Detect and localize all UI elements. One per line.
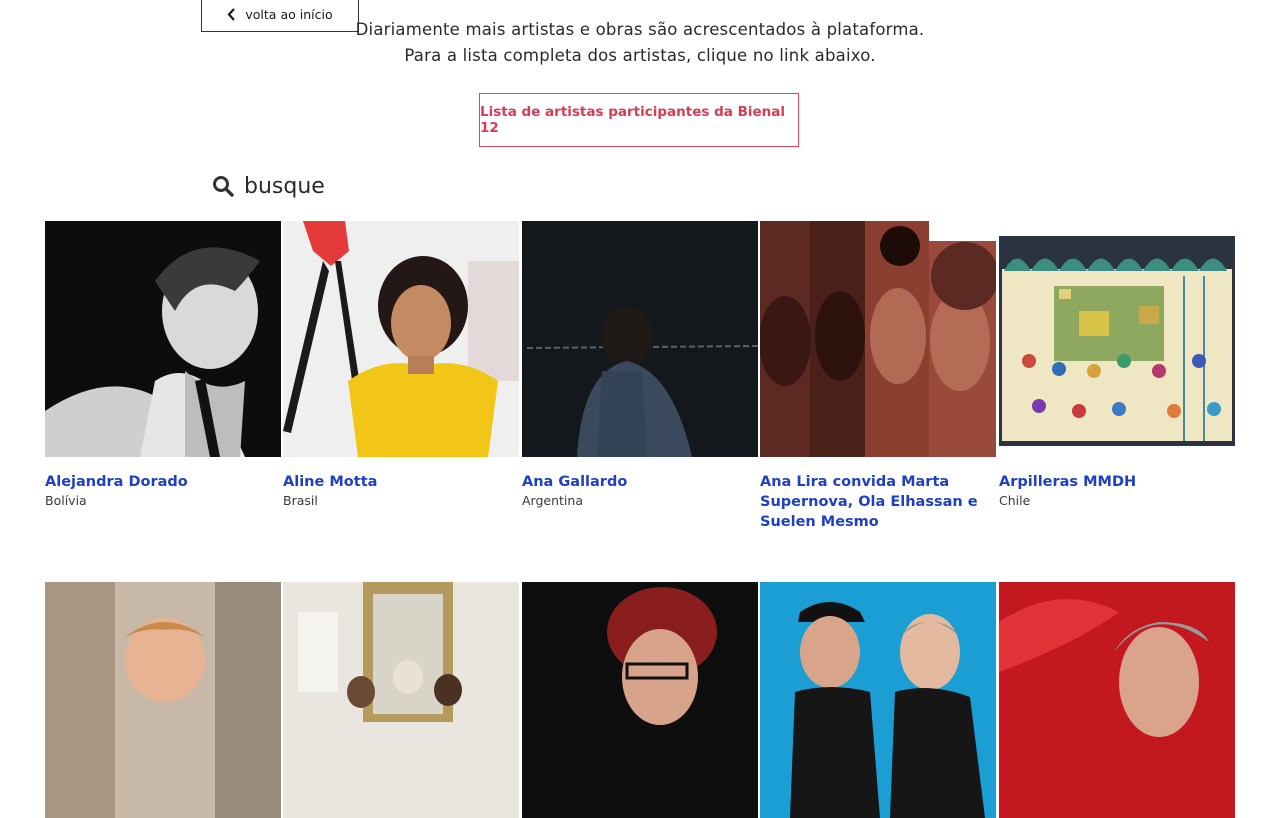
search-bar xyxy=(212,168,632,204)
artist-card[interactable] xyxy=(45,582,281,818)
artist-photo[interactable] xyxy=(45,221,281,457)
artist-country: Brasil xyxy=(283,493,318,508)
artist-photo[interactable] xyxy=(283,582,519,818)
artist-name[interactable]: Ana Lira convida Marta Supernova, Ola El… xyxy=(760,472,996,532)
artist-card[interactable] xyxy=(999,582,1235,818)
artist-country: Chile xyxy=(999,493,1031,508)
search-icon[interactable] xyxy=(212,175,234,197)
artist-list-button[interactable]: Lista de artistas participantes da Biena… xyxy=(479,93,799,147)
artist-card[interactable] xyxy=(522,582,758,818)
artist-card[interactable]: Aline Motta Brasil xyxy=(283,221,519,508)
artist-name[interactable]: Aline Motta xyxy=(283,472,519,492)
artist-card[interactable] xyxy=(283,582,519,818)
artist-card[interactable]: Arpilleras MMDH Chile xyxy=(999,221,1235,508)
artist-country: Bolívia xyxy=(45,493,87,508)
artist-card[interactable]: Ana Lira convida Marta Supernova, Ola El… xyxy=(760,221,996,533)
intro-text: Diariamente mais artistas e obras são ac… xyxy=(0,17,1280,69)
artist-card[interactable]: Alejandra Dorado Bolívia xyxy=(45,221,281,508)
artist-name[interactable]: Arpilleras MMDH xyxy=(999,472,1235,492)
artist-card[interactable]: Ana Gallardo Argentina xyxy=(522,221,758,508)
artist-photo[interactable] xyxy=(522,582,758,818)
artist-photo[interactable] xyxy=(760,221,996,457)
artist-name[interactable]: Alejandra Dorado xyxy=(45,472,281,492)
artist-photo[interactable] xyxy=(522,221,758,457)
search-input[interactable] xyxy=(244,173,604,199)
artist-photo[interactable] xyxy=(999,221,1235,457)
artist-name[interactable]: Ana Gallardo xyxy=(522,472,758,492)
artist-photo[interactable] xyxy=(760,582,996,818)
artist-photo[interactable] xyxy=(283,221,519,457)
intro-line-2: Para a lista completa dos artistas, cliq… xyxy=(404,46,876,65)
intro-line-1: Diariamente mais artistas e obras são ac… xyxy=(355,20,925,39)
artist-photo[interactable] xyxy=(999,582,1235,818)
artist-photo[interactable] xyxy=(45,582,281,818)
artist-card[interactable] xyxy=(760,582,996,818)
artist-country: Argentina xyxy=(522,493,583,508)
